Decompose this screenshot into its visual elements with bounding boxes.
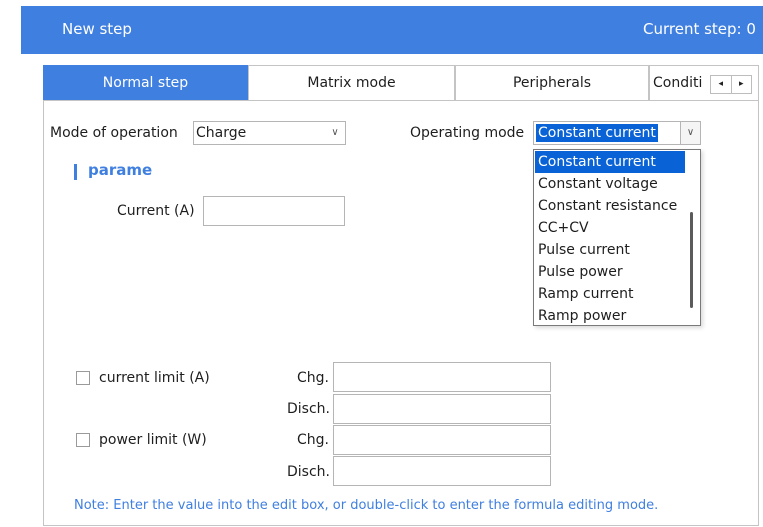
current-limit-chg-input[interactable]	[333, 362, 551, 392]
option-constant-resistance[interactable]: Constant resistance	[535, 195, 685, 217]
current-label: Current (A)	[117, 203, 195, 219]
mode-of-operation-label: Mode of operation	[50, 125, 178, 141]
option-ramp-current[interactable]: Ramp current	[535, 283, 685, 305]
tab-matrix-mode[interactable]: Matrix mode	[248, 65, 455, 101]
current-limit-chg-label: Chg.	[297, 370, 329, 386]
tab-peripherals[interactable]: Peripherals	[455, 65, 649, 101]
operating-mode-select[interactable]: Constant current ∨	[533, 121, 701, 145]
tab-scroll-buttons: ◂ ▸	[710, 75, 752, 94]
chevron-down-icon[interactable]: ∨	[680, 122, 700, 144]
power-limit-checkbox[interactable]	[76, 433, 90, 447]
power-limit-disch-input[interactable]	[333, 456, 551, 486]
option-pulse-power[interactable]: Pulse power	[535, 261, 685, 283]
option-constant-current[interactable]: Constant current	[535, 151, 685, 173]
current-step-label: Current step: 0	[643, 20, 756, 38]
tab-bar: Normal step Matrix mode Peripherals Cond…	[43, 65, 759, 101]
scroll-left-icon[interactable]: ◂	[711, 76, 732, 93]
power-limit-chg-input[interactable]	[333, 425, 551, 455]
mode-of-operation-value: Charge	[196, 125, 247, 141]
section-title: parame	[88, 161, 153, 179]
mode-of-operation-select[interactable]: Charge ∨	[193, 121, 346, 145]
operating-mode-dropdown: Constant current Constant voltage Consta…	[533, 149, 701, 326]
current-limit-label: current limit (A)	[99, 370, 210, 386]
section-accent-bar	[74, 164, 77, 180]
operating-mode-label: Operating mode	[410, 125, 525, 141]
note-text: Note: Enter the value into the edit box,…	[74, 498, 659, 513]
power-limit-label: power limit (W)	[99, 432, 207, 448]
title-bar: New step Current step: 0	[21, 6, 763, 54]
power-limit-chg-label: Chg.	[297, 432, 329, 448]
current-limit-disch-label: Disch.	[287, 401, 330, 417]
scroll-right-icon[interactable]: ▸	[732, 76, 752, 93]
option-constant-voltage[interactable]: Constant voltage	[535, 173, 685, 195]
current-limit-disch-input[interactable]	[333, 394, 551, 424]
operating-mode-value: Constant current	[536, 124, 658, 142]
power-limit-disch-label: Disch.	[287, 464, 330, 480]
current-input[interactable]	[203, 196, 345, 226]
current-limit-checkbox[interactable]	[76, 371, 90, 385]
option-ramp-power[interactable]: Ramp power	[535, 305, 685, 327]
window-title: New step	[62, 20, 132, 38]
tab-normal-step[interactable]: Normal step	[43, 65, 248, 101]
option-cc-cv[interactable]: CC+CV	[535, 217, 685, 239]
chevron-down-icon: ∨	[331, 127, 339, 138]
option-pulse-current[interactable]: Pulse current	[535, 239, 685, 261]
dropdown-scrollbar[interactable]	[690, 212, 693, 308]
